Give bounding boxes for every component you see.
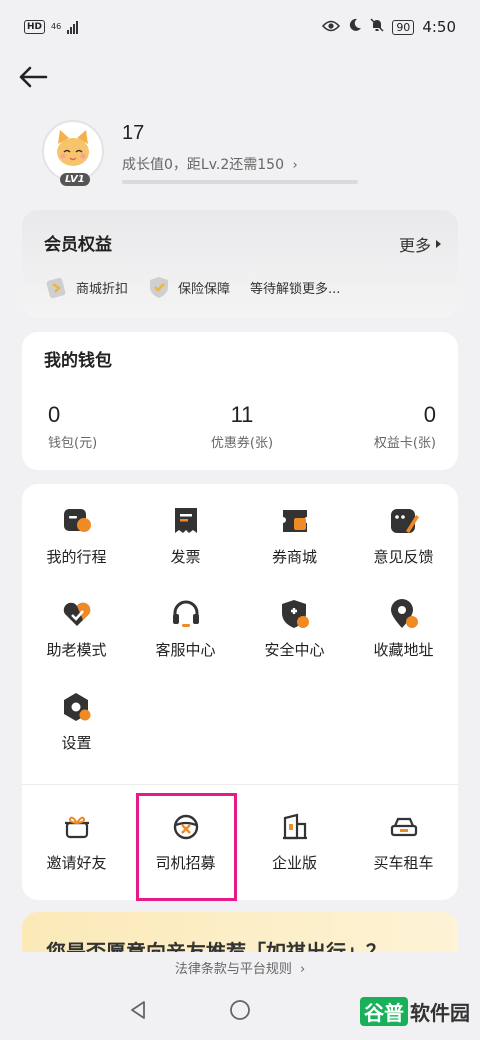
level-badge: LV1 bbox=[60, 173, 90, 186]
perk-label: 商城折扣 bbox=[76, 281, 129, 297]
back-arrow-icon bbox=[19, 66, 48, 88]
signal-icon bbox=[67, 20, 79, 34]
wallet-coupons[interactable]: 11 优惠券(张) bbox=[177, 402, 306, 451]
wallet-balance[interactable]: 0 钱包(元) bbox=[22, 402, 177, 451]
section-divider bbox=[22, 784, 458, 785]
clock: 4:50 bbox=[422, 18, 456, 36]
settings-icon bbox=[60, 690, 94, 724]
service-label: 助老模式 bbox=[46, 641, 107, 659]
pending-perks-text: 等待解锁更多... bbox=[250, 281, 341, 297]
username: 17 bbox=[122, 122, 145, 144]
service-safety-center[interactable]: 安全中心 bbox=[240, 597, 349, 660]
cat-mascot-icon bbox=[57, 130, 89, 166]
wallet-balance-value: 0 bbox=[48, 402, 61, 427]
circle-home-icon bbox=[230, 1000, 250, 1020]
invoice-icon bbox=[169, 504, 203, 538]
wallet-balance-label: 钱包(元) bbox=[48, 436, 98, 451]
moon-icon bbox=[348, 18, 362, 36]
service-label: 客服中心 bbox=[155, 641, 216, 659]
member-title: 会员权益 bbox=[44, 235, 112, 255]
insurance-shield-icon bbox=[150, 277, 169, 298]
service-label: 收藏地址 bbox=[373, 641, 434, 659]
highlight-box bbox=[136, 793, 237, 901]
service-coupon-mall[interactable]: 券商城 bbox=[240, 504, 349, 567]
discount-tag-icon bbox=[46, 277, 66, 299]
eye-icon bbox=[322, 18, 341, 36]
wallet-title: 我的钱包 bbox=[44, 351, 112, 371]
avatar[interactable]: LV1 bbox=[42, 120, 104, 186]
location-icon bbox=[387, 597, 421, 631]
building-icon bbox=[278, 810, 312, 844]
battery-indicator: 90 bbox=[392, 19, 415, 35]
watermark-part1: 谷普 bbox=[360, 997, 408, 1026]
shield-icon bbox=[278, 597, 312, 631]
feedback-icon bbox=[387, 504, 421, 538]
service-enterprise[interactable]: 企业版 bbox=[240, 810, 349, 873]
headset-icon bbox=[169, 597, 203, 631]
service-label: 发票 bbox=[170, 548, 201, 566]
service-customer-service[interactable]: 客服中心 bbox=[131, 597, 240, 660]
service-label: 券商城 bbox=[271, 548, 317, 566]
mute-bell-icon bbox=[370, 18, 384, 36]
triangle-back-icon bbox=[131, 1001, 145, 1019]
profile-header[interactable]: LV1 17 成长值0，距Lv.2还需150 › bbox=[42, 118, 442, 188]
wallet-benefit-cards[interactable]: 0 权益卡(张) bbox=[307, 402, 458, 451]
signal-label: 46 bbox=[51, 22, 62, 31]
back-button[interactable] bbox=[16, 62, 50, 92]
survey-question: 您是否愿意向亲友推荐「如祺出行」？ bbox=[46, 940, 386, 952]
benefit-cards-value: 0 bbox=[423, 402, 436, 427]
elder-mode-icon bbox=[60, 597, 94, 631]
growth-text: 成长值0，距Lv.2还需150 bbox=[122, 157, 284, 173]
perk-insurance[interactable]: 保险保障 bbox=[146, 274, 230, 300]
service-buy-rent-car[interactable]: 买车租车 bbox=[349, 810, 458, 873]
service-label: 意见反馈 bbox=[373, 548, 434, 566]
service-label: 企业版 bbox=[271, 854, 317, 872]
growth-progress-bar bbox=[122, 180, 358, 184]
nav-home-button[interactable] bbox=[229, 999, 251, 1025]
service-settings[interactable]: 设置 bbox=[22, 690, 131, 753]
service-invoice[interactable]: 发票 bbox=[131, 504, 240, 567]
service-invite-friends[interactable]: 邀请好友 bbox=[22, 810, 131, 873]
service-feedback[interactable]: 意见反馈 bbox=[349, 504, 458, 567]
member-more-button[interactable]: 更多 bbox=[399, 232, 442, 256]
service-label: 邀请好友 bbox=[46, 854, 107, 872]
trip-icon bbox=[60, 504, 94, 538]
service-my-trips[interactable]: 我的行程 bbox=[22, 504, 131, 567]
growth-value-link[interactable]: 成长值0，距Lv.2还需150 › bbox=[122, 154, 298, 174]
service-label: 安全中心 bbox=[264, 641, 325, 659]
member-benefits-card: 会员权益 更多 商城折扣 保险保障 等待解锁更多... bbox=[22, 210, 458, 318]
car-icon bbox=[387, 810, 421, 844]
nav-back-button[interactable] bbox=[127, 999, 149, 1025]
coupons-label: 优惠券(张) bbox=[210, 436, 274, 451]
service-label: 我的行程 bbox=[46, 548, 107, 566]
service-saved-addresses[interactable]: 收藏地址 bbox=[349, 597, 458, 660]
watermark-part2: 软件园 bbox=[410, 1001, 470, 1025]
wallet-card: 我的钱包 0 钱包(元) 11 优惠券(张) 0 权益卡(张) bbox=[22, 332, 458, 470]
perk-mall-discount[interactable]: 商城折扣 bbox=[44, 274, 128, 300]
benefit-cards-label: 权益卡(张) bbox=[373, 436, 436, 451]
service-label: 买车租车 bbox=[373, 854, 434, 872]
chevron-right-icon: › bbox=[292, 158, 298, 173]
service-label: 设置 bbox=[61, 734, 92, 752]
watermark-logo: 谷普 软件园 bbox=[360, 997, 470, 1026]
gift-icon bbox=[60, 810, 94, 844]
legal-terms-link[interactable]: 法律条款与平台规则 › bbox=[0, 958, 480, 977]
hd-badge: HD bbox=[24, 20, 46, 34]
chevron-right-icon: › bbox=[299, 962, 306, 977]
status-bar: HD 46 90 4:50 bbox=[0, 0, 480, 54]
services-card: 我的行程 发票 券商城 意见反馈 助老模式 客服中心 安全中心 收藏地址 设置 … bbox=[22, 484, 458, 900]
more-label: 更多 bbox=[398, 236, 431, 255]
recommend-survey-banner[interactable]: 您是否愿意向亲友推荐「如祺出行」？ bbox=[22, 912, 458, 952]
coupon-mall-icon bbox=[278, 504, 312, 538]
perk-label: 保险保障 bbox=[178, 281, 231, 297]
coupons-value: 11 bbox=[230, 402, 254, 427]
perk-list: 商城折扣 保险保障 等待解锁更多... bbox=[44, 274, 340, 300]
service-elder-mode[interactable]: 助老模式 bbox=[22, 597, 131, 660]
legal-label: 法律条款与平台规则 bbox=[174, 962, 292, 977]
triangle-right-icon bbox=[436, 240, 441, 248]
